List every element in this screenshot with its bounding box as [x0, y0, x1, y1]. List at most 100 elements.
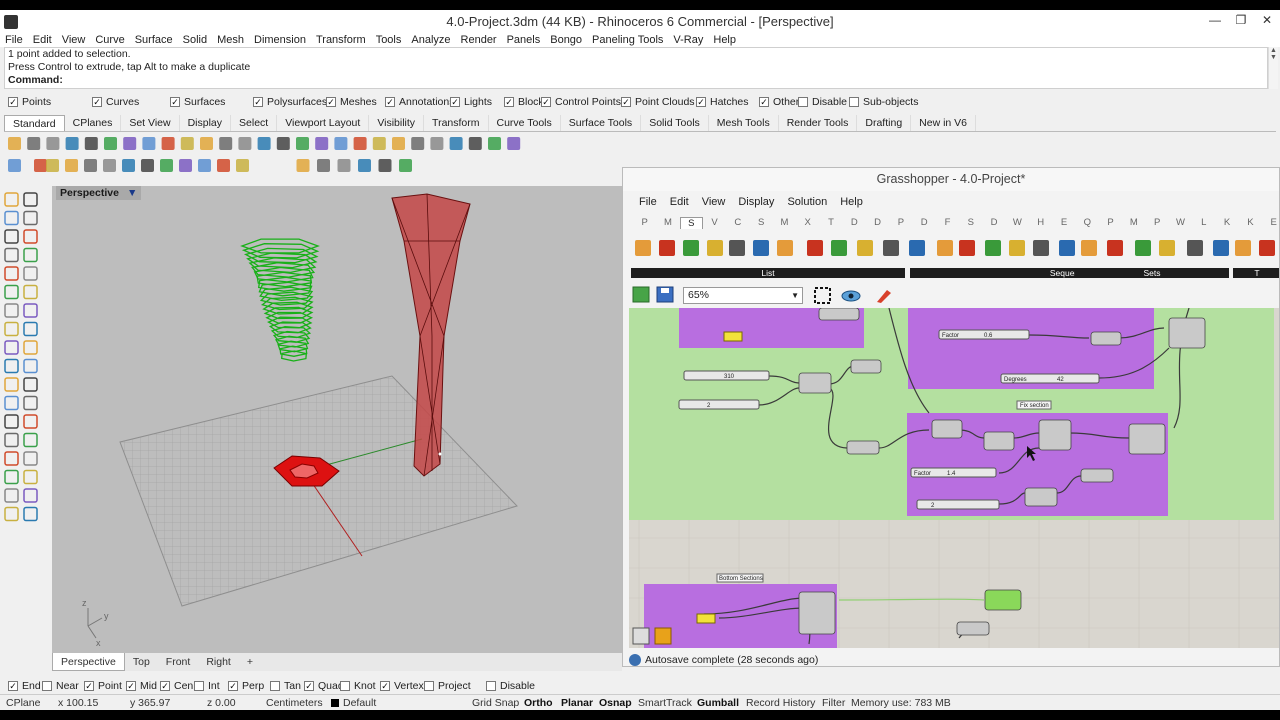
- gh-definition-graph[interactable]: 310 2 Factor 0.6 Degrees 42 Fix section …: [629, 308, 1279, 648]
- gh-component-icon[interactable]: [683, 240, 699, 256]
- osnap-toggle[interactable]: Osnap: [599, 695, 632, 711]
- modeling-tool-icon[interactable]: [4, 377, 19, 392]
- filter-sub-objects[interactable]: Sub-objects: [849, 96, 918, 108]
- toolbar-tool-icon[interactable]: [65, 159, 78, 172]
- menu-analyze[interactable]: Analyze: [406, 33, 455, 47]
- toolbar-tool-icon[interactable]: [103, 159, 116, 172]
- gh-category-tab[interactable]: P: [889, 217, 912, 229]
- gh-component-node[interactable]: [931, 419, 963, 439]
- open-file-icon[interactable]: [632, 286, 650, 303]
- gh-component-icon[interactable]: [707, 240, 723, 256]
- planar-toggle[interactable]: Planar: [561, 695, 593, 711]
- gh-category-tab[interactable]: L: [1192, 217, 1215, 229]
- filter-surfaces[interactable]: ✓ Surfaces: [170, 96, 225, 108]
- viewport-title[interactable]: Perspective ▼: [56, 186, 142, 200]
- toolbar-tool-icon[interactable]: [160, 159, 173, 172]
- gh-category-tab[interactable]: S: [679, 217, 703, 229]
- modeling-tool-icon[interactable]: [23, 432, 38, 448]
- modeling-tool-icon[interactable]: [23, 469, 38, 485]
- toolbar-tool-icon[interactable]: [179, 159, 192, 172]
- checkbox-icon[interactable]: ✓: [8, 97, 18, 107]
- gh-component-node[interactable]: [818, 308, 860, 321]
- gh-category-tab[interactable]: X: [796, 217, 819, 229]
- toolbar-tool-icon[interactable]: [34, 159, 47, 172]
- toolbar-tab-cplanes[interactable]: CPlanes: [65, 115, 122, 131]
- menu-vray[interactable]: V-Ray: [668, 33, 708, 47]
- toolbar-tool-icon[interactable]: [378, 159, 392, 172]
- gh-component-icon[interactable]: [635, 240, 651, 256]
- checkbox-icon[interactable]: [194, 681, 204, 691]
- modeling-tool-icon[interactable]: [4, 210, 19, 226]
- checkbox-icon[interactable]: ✓: [170, 97, 180, 107]
- modeling-tool-icon[interactable]: [4, 395, 19, 411]
- filter-meshes[interactable]: ✓ Meshes: [326, 96, 377, 108]
- gh-menu-help[interactable]: Help: [834, 196, 870, 208]
- gh-category-tab[interactable]: W: [1169, 217, 1192, 229]
- filter-disable[interactable]: Disable: [798, 96, 847, 108]
- toolbar-tool-icon[interactable]: [123, 137, 137, 150]
- toolbar-tab-solid-tools[interactable]: Solid Tools: [641, 115, 709, 131]
- gh-component-node[interactable]: [1038, 419, 1072, 451]
- menu-dimension[interactable]: Dimension: [249, 33, 311, 47]
- modeling-tool-icon[interactable]: [23, 488, 38, 503]
- toolbar-tab-surface-tools[interactable]: Surface Tools: [561, 115, 642, 131]
- modeling-tool-icon[interactable]: [4, 303, 19, 318]
- grasshopper-window[interactable]: Grasshopper - 4.0-Project* File Edit Vie…: [622, 167, 1280, 667]
- toolbar-tab-new-in-v6[interactable]: New in V6: [911, 115, 977, 131]
- command-area[interactable]: 1 point added to selection. Press Contro…: [4, 47, 1268, 89]
- toolbar-tool-icon[interactable]: [358, 159, 371, 172]
- gh-component-icon[interactable]: [1159, 240, 1175, 256]
- gh-category-tab[interactable]: Q: [1076, 217, 1099, 229]
- modeling-tool-icon[interactable]: [23, 506, 38, 522]
- gh-menu-edit[interactable]: Edit: [664, 196, 696, 208]
- filter-toggle[interactable]: Filter: [822, 695, 845, 711]
- toolbar-tool-icon[interactable]: [84, 159, 97, 172]
- gh-category-tab[interactable]: P: [1146, 217, 1169, 229]
- gh-category-tab[interactable]: P: [633, 217, 656, 229]
- gh-component-node[interactable]: [798, 591, 836, 635]
- modeling-tool-icon[interactable]: [23, 321, 38, 337]
- gh-menu-solution[interactable]: Solution: [781, 196, 834, 208]
- modeling-tool-icon[interactable]: [4, 432, 19, 448]
- checkbox-icon[interactable]: ✓: [253, 97, 263, 107]
- gumball-toggle[interactable]: Gumball: [697, 695, 739, 711]
- gh-category-tab[interactable]: K: [1239, 217, 1262, 229]
- filter-points[interactable]: ✓ Points: [8, 96, 51, 108]
- gh-component-node[interactable]: [798, 372, 832, 394]
- menu-tools[interactable]: Tools: [371, 33, 407, 47]
- checkbox-icon[interactable]: ✓: [126, 681, 136, 691]
- menu-surface[interactable]: Surface: [130, 33, 178, 47]
- toolbar-tool-icon[interactable]: [104, 137, 117, 150]
- toolbar-tool-icon[interactable]: [257, 137, 271, 150]
- toolbar-tool-icon[interactable]: [507, 137, 521, 150]
- modeling-tool-icon[interactable]: [4, 488, 19, 503]
- gh-component-icon[interactable]: [857, 240, 873, 256]
- ortho-toggle[interactable]: Ortho: [524, 695, 553, 711]
- osnap-near[interactable]: Near: [42, 680, 79, 692]
- modeling-tool-icon[interactable]: [4, 247, 19, 263]
- toolbar-tool-icon[interactable]: [430, 137, 444, 150]
- gh-category-tab[interactable]: D: [982, 217, 1005, 229]
- menu-file[interactable]: File: [0, 33, 28, 47]
- gh-component-icon[interactable]: [1213, 240, 1229, 256]
- gh-category-tab[interactable]: V: [703, 217, 726, 229]
- gh-component-node[interactable]: [850, 359, 882, 374]
- checkbox-icon[interactable]: ✓: [621, 97, 631, 107]
- filter-polysurfaces[interactable]: ✓ Polysurfaces: [253, 96, 327, 108]
- modeling-tool-icon[interactable]: [23, 451, 38, 466]
- checkbox-icon[interactable]: ✓: [304, 681, 314, 691]
- filter-control-points[interactable]: ✓ Control Points: [541, 96, 621, 108]
- modeling-tool-icon[interactable]: [4, 358, 19, 374]
- modeling-tool-icon[interactable]: [23, 229, 38, 244]
- checkbox-icon[interactable]: ✓: [541, 97, 551, 107]
- checkbox-icon[interactable]: ✓: [380, 681, 390, 691]
- gh-component-icon[interactable]: [777, 240, 793, 256]
- toolbar-tool-icon[interactable]: [122, 159, 135, 172]
- gh-export-icon[interactable]: [654, 627, 672, 645]
- checkbox-icon[interactable]: ✓: [504, 97, 514, 107]
- toolbar-tab-display[interactable]: Display: [180, 115, 232, 131]
- gh-category-tab[interactable]: K: [1215, 217, 1238, 229]
- gh-component-icon[interactable]: [1009, 240, 1025, 256]
- checkbox-icon[interactable]: ✓: [84, 681, 94, 691]
- grid-snap-toggle[interactable]: Grid Snap: [472, 695, 519, 711]
